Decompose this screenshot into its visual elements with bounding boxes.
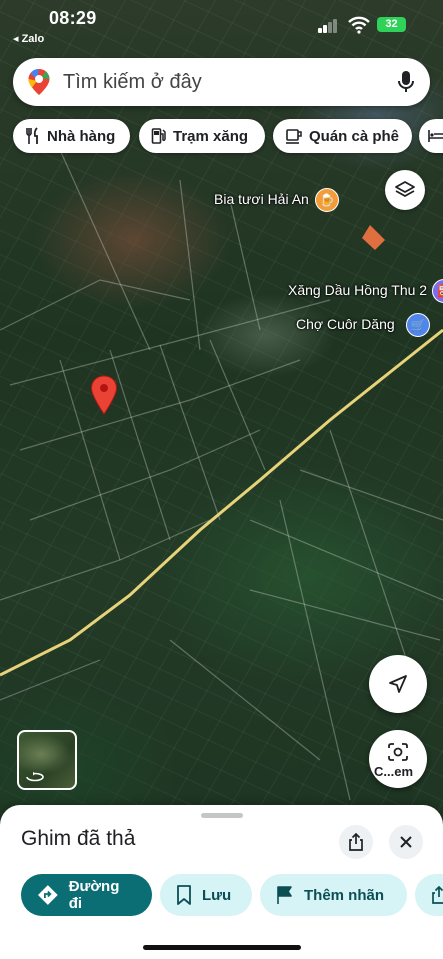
chip-label: Nhà hàng xyxy=(47,127,116,145)
cellular-signal-icon xyxy=(318,19,340,33)
search-bar[interactable]: Tìm kiếm ở đây xyxy=(13,58,430,106)
directions-icon xyxy=(37,885,58,905)
close-button[interactable] xyxy=(389,825,423,859)
poi-label-bia-tuoi[interactable]: Bia tươi Hải An xyxy=(214,191,309,207)
back-to-app-link[interactable]: ◂ Zalo xyxy=(13,32,44,45)
dropped-pin-marker[interactable] xyxy=(90,375,118,415)
map-preview-thumbnail[interactable] xyxy=(17,730,77,790)
poi-label-cho[interactable]: Chợ Cuôr Dăng xyxy=(296,316,395,332)
fork-knife-icon xyxy=(26,127,38,144)
add-label-label: Thêm nhãn xyxy=(304,886,385,904)
layers-icon xyxy=(395,181,415,197)
battery-level: 32 xyxy=(385,18,398,30)
sheet-drag-handle[interactable] xyxy=(201,813,243,818)
bed-icon xyxy=(428,130,443,142)
search-placeholder[interactable]: Tìm kiếm ở đây xyxy=(63,71,202,94)
microphone-icon[interactable] xyxy=(396,70,416,94)
chip-label: Quán cà phê xyxy=(309,127,400,145)
home-indicator[interactable] xyxy=(143,945,301,950)
share-button[interactable] xyxy=(339,825,373,859)
shopping-poi-icon[interactable]: 🛒 xyxy=(406,313,430,337)
my-location-button[interactable] xyxy=(369,655,427,713)
camera-button-label: C...em xyxy=(374,764,414,779)
directions-label: Đường đi xyxy=(68,878,120,912)
chip-label: Trạm xăng xyxy=(173,127,249,145)
chip-restaurants[interactable]: Nhà hàng xyxy=(13,119,130,153)
clock: 08:29 xyxy=(49,8,97,28)
flag-icon xyxy=(277,886,292,904)
battery-indicator: 32 xyxy=(377,17,406,32)
share-place-button[interactable] xyxy=(415,874,443,916)
directions-button[interactable]: Đường đi xyxy=(21,874,152,916)
share-icon xyxy=(349,833,363,851)
add-label-button[interactable]: Thêm nhãn xyxy=(260,874,407,916)
wifi-icon xyxy=(348,16,370,34)
google-maps-logo-icon xyxy=(28,69,50,95)
rotate-360-icon xyxy=(26,772,44,782)
navigation-arrow-icon xyxy=(389,675,407,693)
coffee-cup-icon xyxy=(286,129,302,144)
chip-coffee-shops[interactable]: Quán cà phê xyxy=(273,119,412,153)
share-icon xyxy=(432,886,443,904)
place-title: Ghim đã thả xyxy=(21,827,136,850)
camera-explore-button[interactable] xyxy=(369,730,427,788)
close-icon xyxy=(400,836,412,848)
beer-poi-icon[interactable]: 🍺 xyxy=(315,188,339,212)
bookmark-icon xyxy=(177,885,191,905)
place-bottom-sheet[interactable]: Ghim đã thả Đường đi Lưu Thêm nhãn xyxy=(0,805,443,959)
save-label: Lưu xyxy=(202,886,232,904)
gas-pump-icon xyxy=(151,128,166,144)
map-layers-button[interactable] xyxy=(385,170,425,210)
camera-icon xyxy=(388,743,408,761)
poi-label-xang-dau[interactable]: Xăng Dầu Hồng Thu 2 xyxy=(288,282,427,298)
save-button[interactable]: Lưu xyxy=(160,874,252,916)
chip-gas-stations[interactable]: Trạm xăng xyxy=(139,119,265,153)
status-bar: 08:29 ◂ Zalo 32 xyxy=(0,0,443,48)
